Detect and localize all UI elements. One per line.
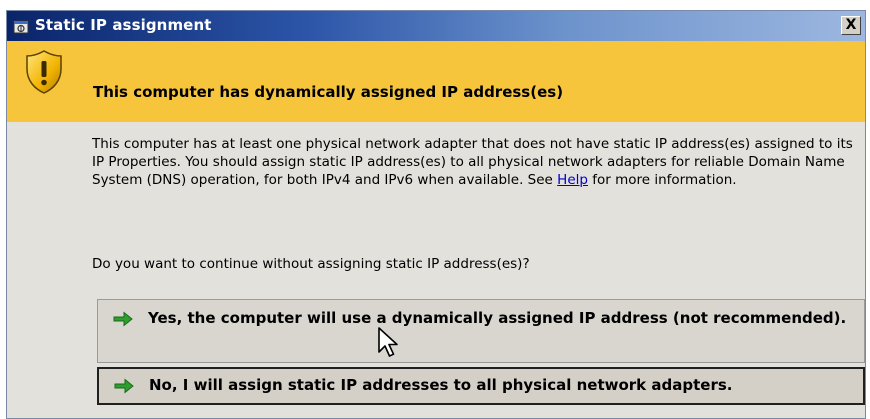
network-window-icon	[13, 20, 29, 34]
explanation-part-1: This computer has at least one physical …	[92, 136, 853, 188]
close-button[interactable]: X	[841, 16, 861, 35]
continue-dynamic-ip-button[interactable]: Yes, the computer will use a dynamically…	[97, 299, 865, 363]
continue-dynamic-ip-label: Yes, the computer will use a dynamically…	[148, 309, 847, 327]
dialog-body: This computer has at least one physical …	[7, 122, 865, 418]
green-arrow-icon	[114, 378, 134, 394]
explanation-part-2: for more information.	[587, 172, 737, 188]
window-title: Static IP assignment	[35, 16, 212, 34]
green-arrow-icon	[113, 311, 133, 327]
warning-banner: This computer has dynamically assigned I…	[7, 41, 865, 123]
warning-message: This computer has dynamically assigned I…	[93, 83, 564, 101]
help-link[interactable]: Help	[557, 172, 588, 188]
dialog-window: Static IP assignment X This computer has…	[6, 10, 866, 419]
question-text: Do you want to continue without assignin…	[92, 256, 530, 272]
explanation-text: This computer has at least one physical …	[92, 135, 862, 189]
mouse-pointer-icon	[378, 327, 398, 357]
assign-static-ip-label: No, I will assign static IP addresses to…	[149, 376, 733, 394]
warning-shield-icon	[26, 50, 62, 94]
screen: Static IP assignment X This computer has…	[0, 0, 870, 419]
title-bar[interactable]: Static IP assignment X	[7, 11, 865, 41]
assign-static-ip-button[interactable]: No, I will assign static IP addresses to…	[97, 367, 865, 405]
